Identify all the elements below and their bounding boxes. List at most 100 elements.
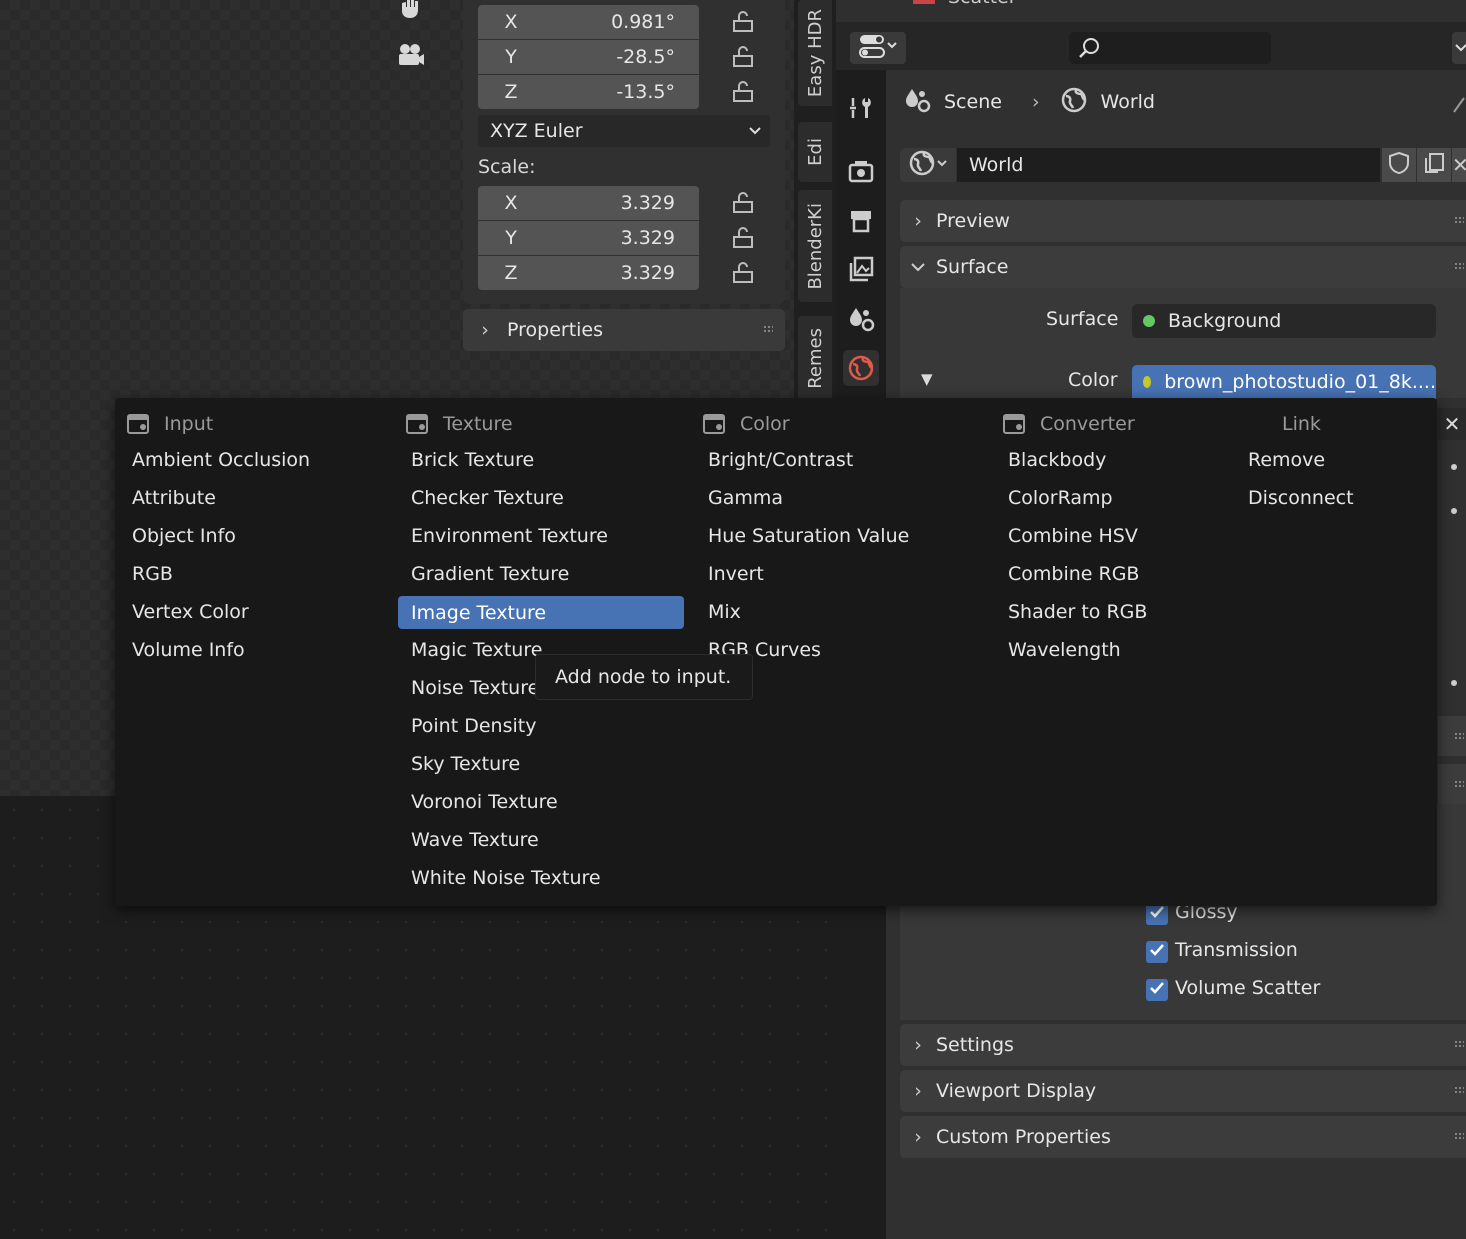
view-layer-icon[interactable] — [843, 251, 879, 287]
menu-item-highlighted[interactable]: Image Texture — [398, 596, 684, 629]
preview-panel-header[interactable]: › Preview — [900, 200, 1466, 242]
settings-panel-header[interactable]: › Settings — [900, 1024, 1466, 1066]
toggle-icon — [858, 33, 898, 63]
lock-icon[interactable] — [731, 80, 755, 104]
preview-panel-label: Preview — [936, 210, 1010, 232]
menu-item[interactable]: Blackbody — [995, 443, 1225, 477]
menu-item[interactable]: Vertex Color — [119, 595, 389, 629]
menu-item[interactable]: Environment Texture — [398, 519, 684, 553]
fake-user-button[interactable] — [1382, 148, 1416, 182]
drag-grip-icon[interactable] — [1454, 780, 1464, 788]
camera-icon[interactable] — [393, 38, 427, 72]
menu-item[interactable]: ColorRamp — [995, 481, 1225, 515]
close-icon[interactable]: ✕ — [1438, 408, 1466, 440]
menu-item[interactable]: Ambient Occlusion — [119, 443, 389, 477]
scene-icon[interactable] — [843, 301, 879, 337]
top-strip: Scatter — [836, 0, 1466, 22]
lock-icon[interactable] — [731, 191, 755, 215]
lock-icon[interactable] — [731, 45, 755, 69]
menu-item[interactable]: Brick Texture — [398, 443, 684, 477]
lock-icon[interactable] — [731, 261, 755, 285]
search-input[interactable] — [1069, 32, 1271, 64]
scale-x-field[interactable]: X 3.329 — [478, 186, 699, 220]
menu-item[interactable]: Shader to RGB — [995, 595, 1225, 629]
tab-edit[interactable]: Edi — [798, 122, 832, 182]
hand-icon[interactable] — [393, 0, 427, 24]
new-world-button[interactable] — [1417, 148, 1451, 182]
drag-grip-icon[interactable] — [1454, 732, 1464, 740]
menu-item[interactable]: Disconnect — [1235, 481, 1430, 515]
axis-label: Y — [505, 227, 517, 249]
drag-grip-icon[interactable] — [763, 325, 773, 333]
rotation-z-field[interactable]: Z -13.5° — [478, 75, 699, 109]
transmission-checkbox[interactable] — [1146, 941, 1168, 963]
rotation-x-field[interactable]: X 0.981° — [478, 5, 699, 39]
menu-item[interactable]: Wavelength — [995, 633, 1225, 667]
expand-triangle-icon[interactable]: ▼ — [921, 370, 933, 388]
menu-item[interactable]: White Noise Texture — [398, 861, 684, 895]
glossy-checkbox[interactable] — [1146, 903, 1168, 925]
drag-grip-icon[interactable] — [1454, 1040, 1464, 1048]
menu-item[interactable]: Bright/Contrast — [695, 443, 985, 477]
pin-icon[interactable] — [1452, 94, 1466, 118]
unlink-world-button[interactable]: ✕ — [1452, 148, 1466, 182]
menu-item-label: Blackbody — [1008, 449, 1107, 471]
menu-item[interactable]: Remove — [1235, 443, 1430, 477]
drag-grip-icon[interactable] — [1454, 216, 1464, 224]
drag-grip-icon[interactable] — [1454, 1086, 1464, 1094]
menu-item[interactable]: Sky Texture — [398, 747, 684, 781]
tab-easy-hdr[interactable]: Easy HDR — [798, 0, 832, 106]
rotation-y-field[interactable]: Y -28.5° — [478, 40, 699, 74]
world-browse-dropdown[interactable] — [900, 148, 956, 182]
collapsed-panel-header[interactable] — [1438, 716, 1466, 756]
custom-properties-panel-header[interactable]: › Custom Properties — [900, 1116, 1466, 1158]
menu-item[interactable]: Volume Info — [119, 633, 389, 667]
scale-z-field[interactable]: Z 3.329 — [478, 256, 699, 290]
menu-item[interactable]: Wave Texture — [398, 823, 684, 857]
world-name-field[interactable]: World — [957, 148, 1380, 182]
lock-icon[interactable] — [731, 226, 755, 250]
menu-item[interactable]: Hue Saturation Value — [695, 519, 985, 553]
tab-blenderkit[interactable]: BlenderKi — [798, 190, 832, 302]
collapsed-panel-header[interactable] — [1438, 764, 1466, 804]
menu-item-label: Bright/Contrast — [708, 449, 854, 471]
drag-grip-icon[interactable] — [1454, 262, 1464, 270]
menu-item[interactable]: Point Density — [398, 709, 684, 743]
window-icon — [126, 412, 150, 436]
scale-y-field[interactable]: Y 3.329 — [478, 221, 699, 255]
tool-icon[interactable] — [843, 90, 879, 126]
rotation-mode-dropdown[interactable]: XYZ Euler — [478, 115, 770, 147]
drag-grip-icon[interactable] — [1454, 1132, 1464, 1140]
menu-item[interactable]: Combine RGB — [995, 557, 1225, 591]
menu-item[interactable]: Invert — [695, 557, 985, 591]
surface-shader-dropdown[interactable]: Background — [1132, 304, 1436, 338]
scale-y-value: 3.329 — [620, 227, 675, 249]
color-input-dropdown[interactable]: brown_photostudio_01_8k.... — [1132, 365, 1436, 399]
menu-item-label: White Noise Texture — [411, 867, 601, 889]
viewport-display-panel-header[interactable]: › Viewport Display — [900, 1070, 1466, 1112]
volume-scatter-checkbox[interactable] — [1146, 979, 1168, 1001]
properties-subpanel-header[interactable]: › Properties — [463, 309, 785, 351]
tab-remesh[interactable]: Remes — [798, 316, 832, 400]
menu-item[interactable]: Mix — [695, 595, 985, 629]
options-dropdown[interactable] — [1452, 32, 1466, 64]
render-icon[interactable] — [843, 153, 879, 189]
menu-item[interactable]: Checker Texture — [398, 481, 684, 515]
menu-item[interactable]: Combine HSV — [995, 519, 1225, 553]
menu-item[interactable]: Gamma — [695, 481, 985, 515]
menu-item[interactable]: Attribute — [119, 481, 389, 515]
output-icon[interactable] — [843, 203, 879, 239]
menu-item[interactable]: RGB — [119, 557, 389, 591]
menu-item[interactable]: Voronoi Texture — [398, 785, 684, 819]
sidebar-tabs: Easy HDR Edi BlenderKi Remes — [794, 0, 836, 400]
tab-label: Edi — [804, 138, 826, 166]
menu-item[interactable]: Gradient Texture — [398, 557, 684, 591]
surface-panel-header[interactable]: Surface — [900, 246, 1466, 288]
shader-socket-icon — [1143, 315, 1155, 327]
tab-label: BlenderKi — [804, 202, 826, 290]
lock-icon[interactable] — [731, 10, 755, 34]
tooltip-text: Add node to input. — [555, 666, 732, 688]
menu-item[interactable]: Object Info — [119, 519, 389, 553]
world-icon[interactable] — [843, 350, 879, 386]
editor-type-dropdown[interactable] — [850, 32, 906, 64]
